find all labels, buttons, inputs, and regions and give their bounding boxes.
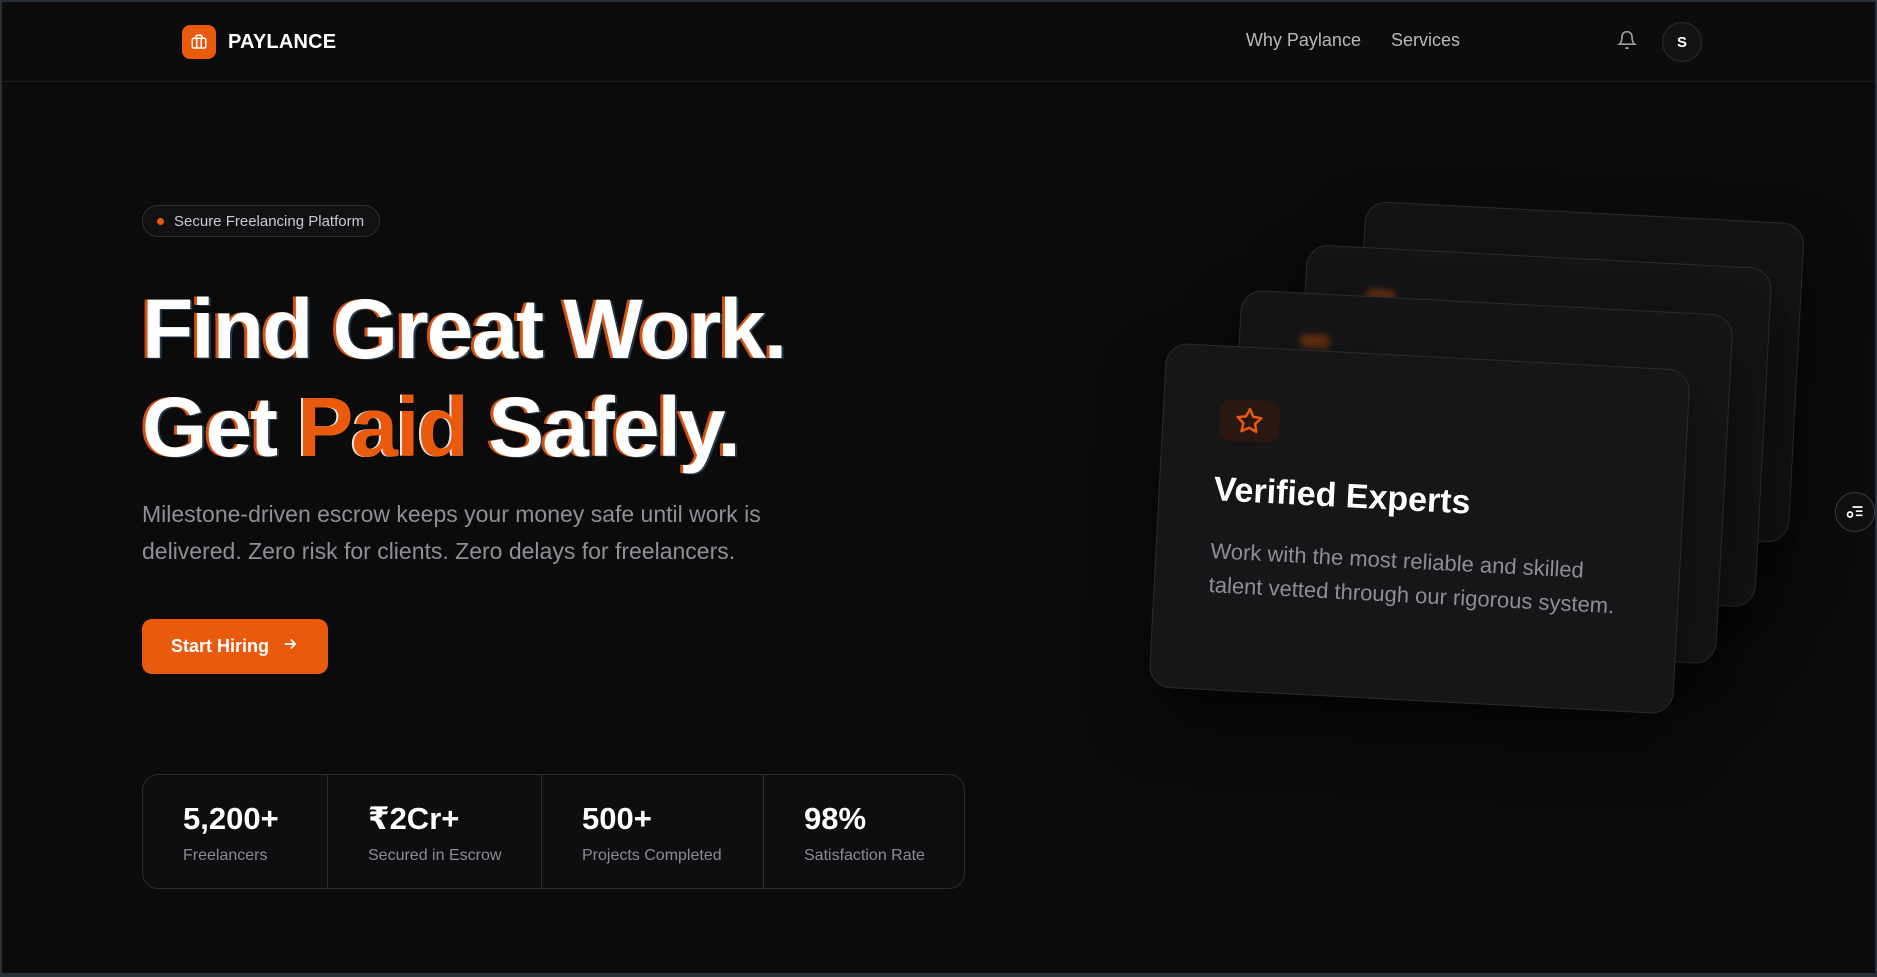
- top-header: PAYLANCE Why Paylance Services S: [2, 2, 1875, 82]
- headline-line-1: Find Great Work.: [142, 282, 787, 376]
- stats-panel: 5,200+ Freelancers ₹2Cr+ Secured in Escr…: [142, 774, 965, 889]
- stat-satisfaction: 98% Satisfaction Rate: [764, 775, 964, 888]
- platform-badge-label: Secure Freelancing Platform: [174, 212, 365, 230]
- stat-freelancers: 5,200+ Freelancers: [143, 775, 328, 888]
- feature-card-description: Work with the most reliable and skilled …: [1208, 538, 1615, 619]
- stat-value: 500+: [582, 801, 652, 836]
- feature-card-title: Verified Experts: [1212, 470, 1472, 522]
- stat-projects: 500+ Projects Completed: [542, 775, 764, 888]
- status-dot: [157, 217, 164, 225]
- headline-safely: Safely.: [466, 380, 741, 474]
- brand-name: PAYLANCE: [228, 30, 337, 53]
- filter-list-icon[interactable]: [1835, 492, 1875, 532]
- stat-label: Freelancers: [183, 847, 268, 864]
- arrow-right-icon: [281, 635, 299, 658]
- stat-value: 5,200+: [183, 801, 279, 836]
- stat-label: Satisfaction Rate: [804, 847, 925, 864]
- stat-label: Secured in Escrow: [368, 847, 502, 864]
- stat-value: ₹2Cr+: [368, 801, 460, 836]
- nav-why-paylance[interactable]: Why Paylance: [1246, 30, 1361, 51]
- headline-get: Get: [142, 380, 298, 474]
- stat-escrow: ₹2Cr+ Secured in Escrow: [328, 775, 542, 888]
- nav-services[interactable]: Services: [1391, 30, 1460, 51]
- hero-headline: Find Great Work. Get Paid Safely.: [142, 280, 787, 476]
- card-glow: [1299, 333, 1331, 350]
- star-icon: [1218, 398, 1281, 444]
- start-hiring-label: Start Hiring: [170, 636, 269, 656]
- headline-paid: Paid: [297, 380, 468, 474]
- user-avatar[interactable]: S: [1662, 22, 1702, 62]
- feature-card-verified-experts[interactable]: Verified Experts Work with the most reli…: [1148, 342, 1691, 715]
- platform-badge: Secure Freelancing Platform: [142, 205, 381, 237]
- main-nav: Why Paylance Services: [1246, 30, 1460, 51]
- bell-icon[interactable]: [1616, 30, 1639, 52]
- brand-logo[interactable]: PAYLANCE: [182, 25, 336, 59]
- stat-label: Projects Completed: [582, 847, 722, 864]
- briefcase-icon: [182, 25, 216, 59]
- start-hiring-button[interactable]: Start Hiring: [142, 619, 328, 674]
- stat-value: 98%: [804, 801, 867, 836]
- headline-line-2: Get Paid Safely.: [142, 378, 785, 476]
- hero-subtext: Milestone-driven escrow keeps your money…: [142, 501, 761, 564]
- page-frame: PAYLANCE Why Paylance Services S Secure …: [0, 0, 1877, 977]
